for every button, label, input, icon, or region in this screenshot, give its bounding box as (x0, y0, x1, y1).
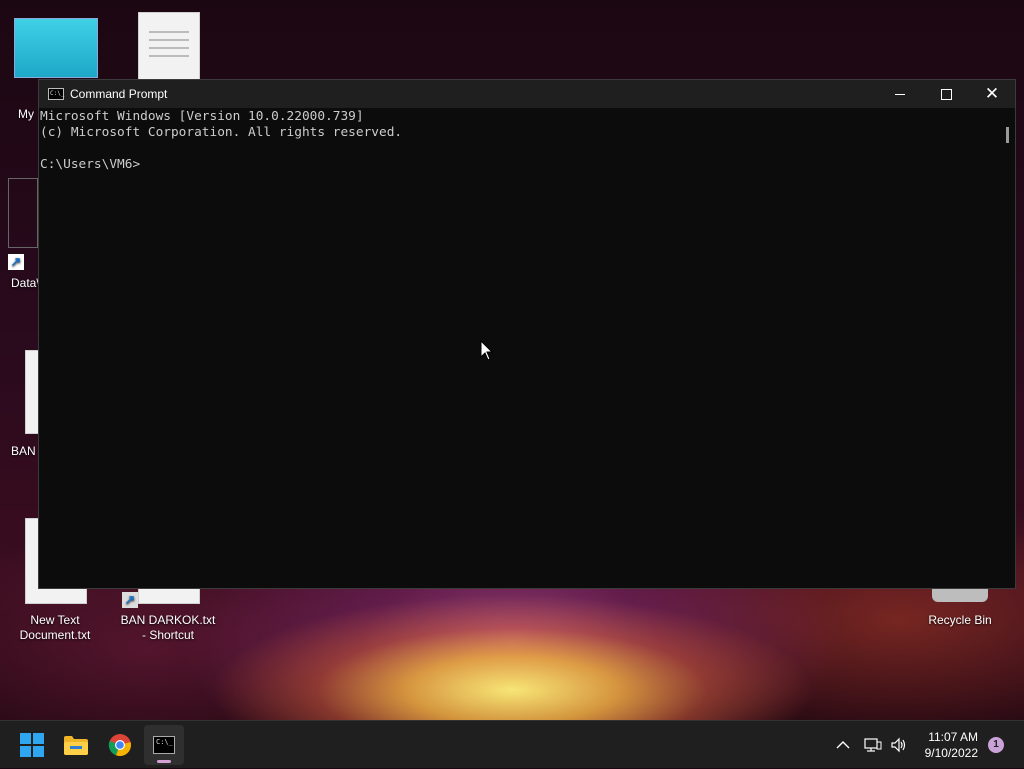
minimize-button[interactable] (877, 80, 923, 108)
taskbar: C:\_ 11:07 AM 9/10/2022 1 (0, 720, 1024, 768)
console-prompt-line: C:\Users\VM6> (40, 157, 141, 172)
network-icon[interactable] (864, 737, 882, 753)
chrome-icon (108, 734, 131, 757)
desktop-icon-label: BAN (11, 444, 36, 458)
volume-icon[interactable] (890, 737, 908, 753)
shortcut-arrow-icon: ↗ (8, 254, 24, 270)
desktop-icon-label: My (18, 107, 34, 121)
chrome-button[interactable] (100, 725, 140, 765)
desktop-icon-label: Data\ (11, 276, 40, 290)
close-button[interactable]: ✕ (969, 80, 1015, 108)
start-button[interactable] (12, 725, 52, 765)
shortcut-arrow-icon: ↗ (122, 592, 138, 608)
console-line: Microsoft Windows [Version 10.0.22000.73… (40, 109, 364, 124)
title-bar[interactable]: C:\_ Command Prompt ✕ (39, 80, 1015, 108)
system-tray (836, 721, 908, 769)
console-output[interactable]: Microsoft Windows [Version 10.0.22000.73… (39, 109, 999, 588)
window-title: Command Prompt (70, 87, 168, 101)
chevron-up-icon[interactable] (836, 740, 850, 750)
vertical-scrollbar[interactable] (999, 109, 1015, 588)
desktop-icon-label: Recycle Bin (928, 613, 992, 627)
folder-thumbnail (14, 18, 98, 78)
text-file-icon (138, 12, 200, 80)
maximize-icon (940, 88, 952, 100)
desktop-icon-label: New Text Document.txt (19, 613, 91, 642)
console-line: (c) Microsoft Corporation. All rights re… (40, 125, 403, 140)
folder-icon (64, 736, 88, 755)
windows-start-icon (20, 733, 44, 757)
notification-badge[interactable]: 1 (988, 737, 1004, 753)
clock-time: 11:07 AM (928, 730, 978, 744)
file-explorer-button[interactable] (56, 725, 96, 765)
console-line: ​ (40, 141, 998, 157)
command-prompt-window[interactable]: C:\_ Command Prompt ✕ Microsoft Windows … (38, 79, 1016, 589)
desktop-icon-label: BAN DARKOK.txt - Shortcut (120, 613, 216, 642)
mouse-cursor-icon (480, 340, 494, 361)
clock-date: 9/10/2022 (924, 746, 978, 760)
command-prompt-taskbar-button[interactable]: C:\_ (144, 725, 184, 765)
maximize-button[interactable] (923, 80, 969, 108)
scrollbar-thumb[interactable] (1006, 127, 1009, 143)
active-indicator (157, 760, 171, 763)
shortcut-file-icon (8, 178, 38, 248)
close-icon: ✕ (984, 83, 1000, 104)
cmd-icon: C:\_ (48, 88, 64, 100)
taskbar-clock[interactable]: 11:07 AM 9/10/2022 (925, 729, 978, 761)
cmd-icon: C:\_ (153, 736, 175, 754)
minimize-icon (895, 93, 905, 95)
